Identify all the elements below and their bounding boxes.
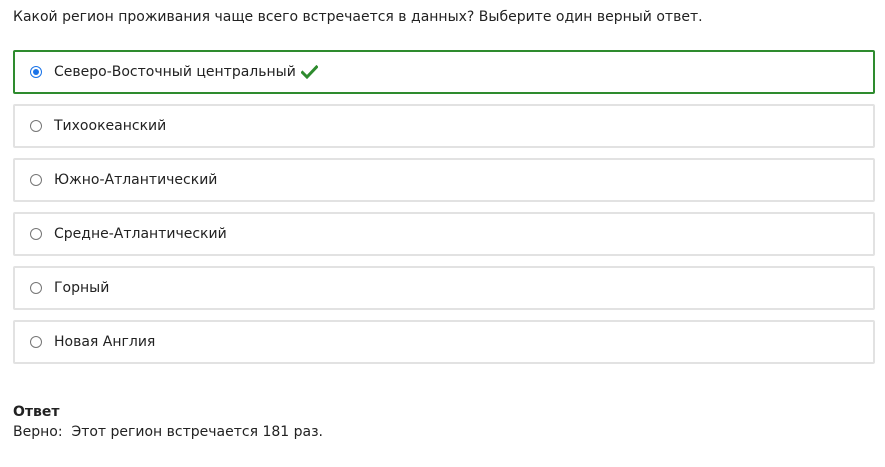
- check-icon: [300, 65, 318, 79]
- option-pacific[interactable]: Тихоокеанский: [13, 104, 875, 148]
- radio-button[interactable]: [30, 228, 42, 240]
- option-label: Новая Англия: [54, 334, 156, 350]
- feedback-text: Верно: Этот регион встречается 181 раз.: [13, 424, 323, 440]
- feedback-block: Ответ Верно: Этот регион встречается 181…: [13, 402, 323, 442]
- feedback-title: Ответ: [13, 404, 60, 420]
- radio-button[interactable]: [30, 120, 42, 132]
- option-mid-atlantic[interactable]: Средне-Атлантический: [13, 212, 875, 256]
- option-new-england[interactable]: Новая Англия: [13, 320, 875, 364]
- radio-button[interactable]: [30, 336, 42, 348]
- option-label: Северо-Восточный центральный: [54, 64, 296, 80]
- option-label: Южно-Атлантический: [54, 172, 218, 188]
- radio-button[interactable]: [30, 174, 42, 186]
- answer-options: Северо-Восточный центральный Тихоокеанск…: [13, 50, 875, 374]
- option-label: Горный: [54, 280, 110, 296]
- option-south-atlantic[interactable]: Южно-Атлантический: [13, 158, 875, 202]
- option-label: Средне-Атлантический: [54, 226, 227, 242]
- radio-button-selected[interactable]: [30, 66, 42, 78]
- option-northeast-central[interactable]: Северо-Восточный центральный: [13, 50, 875, 94]
- option-mountain[interactable]: Горный: [13, 266, 875, 310]
- option-label: Тихоокеанский: [54, 118, 167, 134]
- radio-button[interactable]: [30, 282, 42, 294]
- question-text: Какой регион проживания чаще всего встре…: [13, 9, 703, 25]
